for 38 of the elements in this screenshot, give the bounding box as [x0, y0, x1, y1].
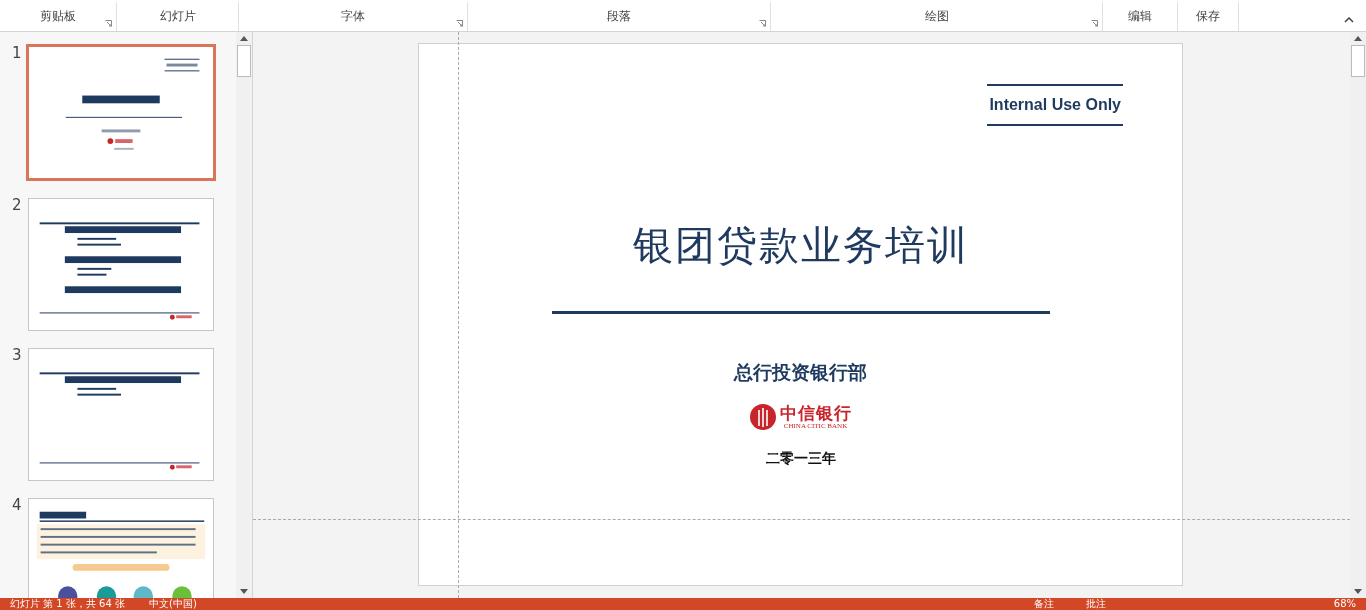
scroll-thumb[interactable]	[237, 45, 251, 77]
slide-thumbnail[interactable]	[26, 44, 216, 181]
ribbon-group-label: 段落	[607, 8, 631, 25]
ribbon-group-label: 编辑	[1128, 8, 1152, 25]
dialog-launcher-icon[interactable]	[105, 20, 112, 27]
scroll-up-icon[interactable]	[240, 36, 248, 41]
scroll-down-icon[interactable]	[1354, 589, 1362, 594]
slide-thumbnail[interactable]	[28, 198, 214, 331]
comments-button[interactable]: 批注	[1081, 598, 1110, 610]
scroll-down-icon[interactable]	[240, 589, 248, 594]
dialog-launcher-icon[interactable]	[759, 20, 766, 27]
slide-count: 幻灯片 第 1 张，共 64 张	[10, 598, 125, 610]
slide-number: 1	[11, 44, 23, 62]
ribbon-group-label: 剪贴板	[40, 8, 76, 25]
bank-logo-icon	[749, 404, 776, 430]
language-indicator[interactable]: 中文(中国)	[149, 598, 197, 610]
ribbon-group-label: 绘图	[924, 8, 949, 25]
slide-thumbnail[interactable]	[28, 348, 214, 481]
ribbon-group-label: 保存	[1196, 8, 1220, 25]
slide-number: 4	[11, 496, 23, 514]
slide-number: 2	[11, 196, 23, 214]
slide-subtitle: 总行投资银行部	[734, 360, 867, 385]
zoom-level[interactable]: 68%	[1333, 598, 1356, 610]
scroll-up-icon[interactable]	[1354, 36, 1362, 41]
slide-date: 二零一三年	[765, 450, 836, 468]
dialog-launcher-icon[interactable]	[456, 20, 463, 27]
scrollbar[interactable]	[236, 32, 252, 598]
slide-thumbnail[interactable]	[28, 498, 214, 598]
slide-title: 银团贷款业务培训	[632, 221, 969, 270]
ribbon-group-label: 字体	[341, 8, 365, 25]
slide-number: 3	[11, 346, 23, 364]
notes-button[interactable]: 备注	[1029, 598, 1058, 610]
bank-name: 中信银行	[779, 404, 852, 422]
ribbon-group-label: 幻灯片	[159, 8, 196, 25]
collapse-ribbon-icon[interactable]	[1344, 17, 1354, 23]
scroll-thumb[interactable]	[1351, 45, 1365, 77]
slide-tag: Internal Use Only	[987, 84, 1123, 126]
dialog-launcher-icon[interactable]	[1091, 20, 1098, 27]
